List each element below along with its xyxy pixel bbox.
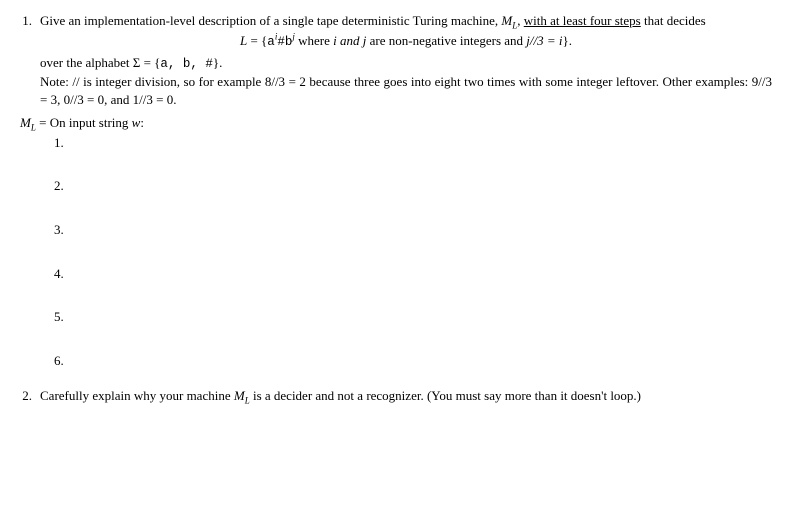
page: 1. Give an implementation-level descript… — [0, 0, 800, 423]
q1-mlh-post: = On input string — [36, 115, 132, 130]
q1-step-1: 1. — [54, 134, 772, 152]
question-1-body: Give an implementation-level description… — [40, 12, 772, 108]
question-2: 2. Carefully explain why your machine ML… — [14, 387, 772, 405]
question-1: 1. Give an implementation-level descript… — [14, 12, 772, 108]
q1-steps-list: 1. 2. 3. 4. 5. 6. — [54, 134, 772, 369]
q1-lang-a: a — [267, 35, 275, 49]
q1-intro-pre: Give an implementation-level description… — [40, 13, 501, 28]
q1-lang-hash: # — [277, 35, 285, 49]
q1-step-5: 5. — [54, 308, 772, 326]
q1-lang-eq: = { — [247, 33, 267, 48]
question-2-body: Carefully explain why your machine ML is… — [40, 387, 772, 405]
q1-over-alphabet: over the alphabet Σ = {a, b, #}. — [40, 54, 772, 73]
q1-over-set: a, b, # — [160, 57, 213, 71]
q2-text-pre: Carefully explain why your machine — [40, 388, 234, 403]
q1-step-4: 4. — [54, 265, 772, 283]
q1-language-def: L = {ai#bj where i and j are non-negativ… — [40, 32, 772, 51]
q1-step-2: 2. — [54, 177, 772, 195]
q1-ml-m: M — [501, 13, 512, 28]
q1-lang-jdiv: j//3 = i — [526, 33, 562, 48]
q1-intro-post: that decides — [641, 13, 706, 28]
q1-over-post: }. — [213, 55, 223, 70]
question-1-number: 1. — [14, 12, 32, 108]
q1-note: Note: // is integer division, so for exa… — [40, 73, 772, 108]
q1-ml-header: ML = On input string w: — [20, 114, 772, 132]
q1-lang-iandj: i and j — [333, 33, 366, 48]
q2-ml-m: M — [234, 388, 245, 403]
q1-lang-close: }. — [563, 33, 573, 48]
q2-text-post: is a decider and not a recognizer. (You … — [250, 388, 641, 403]
q1-step-6: 6. — [54, 352, 772, 370]
q1-mlh-colon: : — [140, 115, 144, 130]
q1-intro-line: Give an implementation-level description… — [40, 12, 772, 30]
q1-mlh-m: M — [20, 115, 31, 130]
q1-step-3: 3. — [54, 221, 772, 239]
q1-intro-underline: with at least four steps — [524, 13, 641, 28]
question-2-number: 2. — [14, 387, 32, 405]
q1-lang-nonneg: are non-negative integers and — [366, 33, 526, 48]
q1-lang-where: where — [295, 33, 333, 48]
q1-over-pre: over the alphabet Σ = { — [40, 55, 160, 70]
